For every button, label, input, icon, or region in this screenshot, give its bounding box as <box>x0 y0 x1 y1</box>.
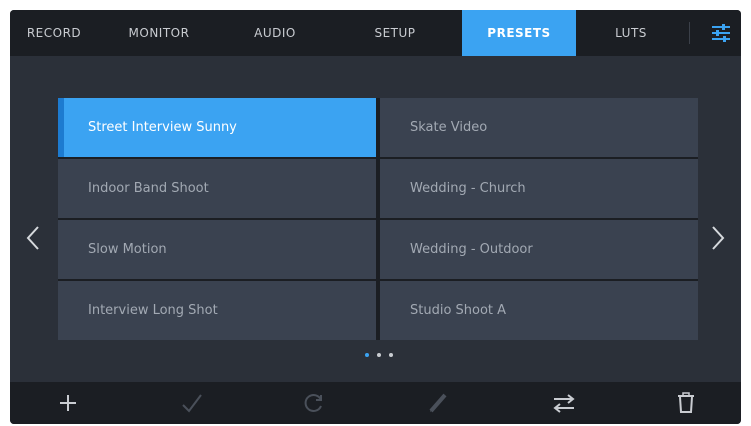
preset-item[interactable]: Wedding - Church <box>380 159 698 218</box>
tab-divider <box>689 22 690 44</box>
checkmark-icon <box>182 394 202 413</box>
sliders-icon <box>711 24 730 42</box>
chevron-left-icon <box>26 226 39 250</box>
update-preset-button[interactable] <box>284 382 344 424</box>
bottom-toolbar <box>10 382 741 424</box>
preset-item[interactable]: Indoor Band Shoot <box>58 159 376 218</box>
page-dot <box>377 353 381 357</box>
tab-presets[interactable]: PRESETS <box>462 10 576 56</box>
previous-page-button[interactable] <box>18 218 48 258</box>
next-page-button[interactable] <box>703 218 733 258</box>
preset-item[interactable]: Skate Video <box>380 98 698 157</box>
tab-audio[interactable]: AUDIO <box>220 10 330 56</box>
settings-menu-button[interactable] <box>700 10 741 56</box>
preset-item[interactable]: Street Interview Sunny <box>58 98 376 157</box>
tab-monitor[interactable]: MONITOR <box>98 10 220 56</box>
tab-luts[interactable]: LUTS <box>576 10 686 56</box>
tab-bar: RECORD MONITOR AUDIO SETUP PRESETS LUTS <box>10 10 741 56</box>
swap-arrows-icon <box>553 394 575 413</box>
plus-icon <box>60 395 76 411</box>
preset-grid: Street Interview Sunny Skate Video Indoo… <box>58 98 698 340</box>
camera-screen: RECORD MONITOR AUDIO SETUP PRESETS LUTS <box>10 10 741 424</box>
add-preset-button[interactable] <box>38 382 98 424</box>
import-export-button[interactable] <box>534 382 594 424</box>
page-dot-active <box>365 353 369 357</box>
delete-preset-button[interactable] <box>656 382 716 424</box>
refresh-icon <box>304 394 322 412</box>
rename-preset-button[interactable] <box>408 382 468 424</box>
tab-setup[interactable]: SETUP <box>330 10 460 56</box>
chevron-right-icon <box>712 226 725 250</box>
page-indicator <box>363 353 403 361</box>
pencil-icon <box>429 393 447 413</box>
preset-item[interactable]: Interview Long Shot <box>58 281 376 340</box>
preset-item[interactable]: Studio Shoot A <box>380 281 698 340</box>
preset-item[interactable]: Wedding - Outdoor <box>380 220 698 279</box>
tab-record[interactable]: RECORD <box>10 10 98 56</box>
load-preset-button[interactable] <box>162 382 222 424</box>
trash-icon <box>678 392 694 413</box>
preset-item[interactable]: Slow Motion <box>58 220 376 279</box>
page-dot <box>389 353 393 357</box>
